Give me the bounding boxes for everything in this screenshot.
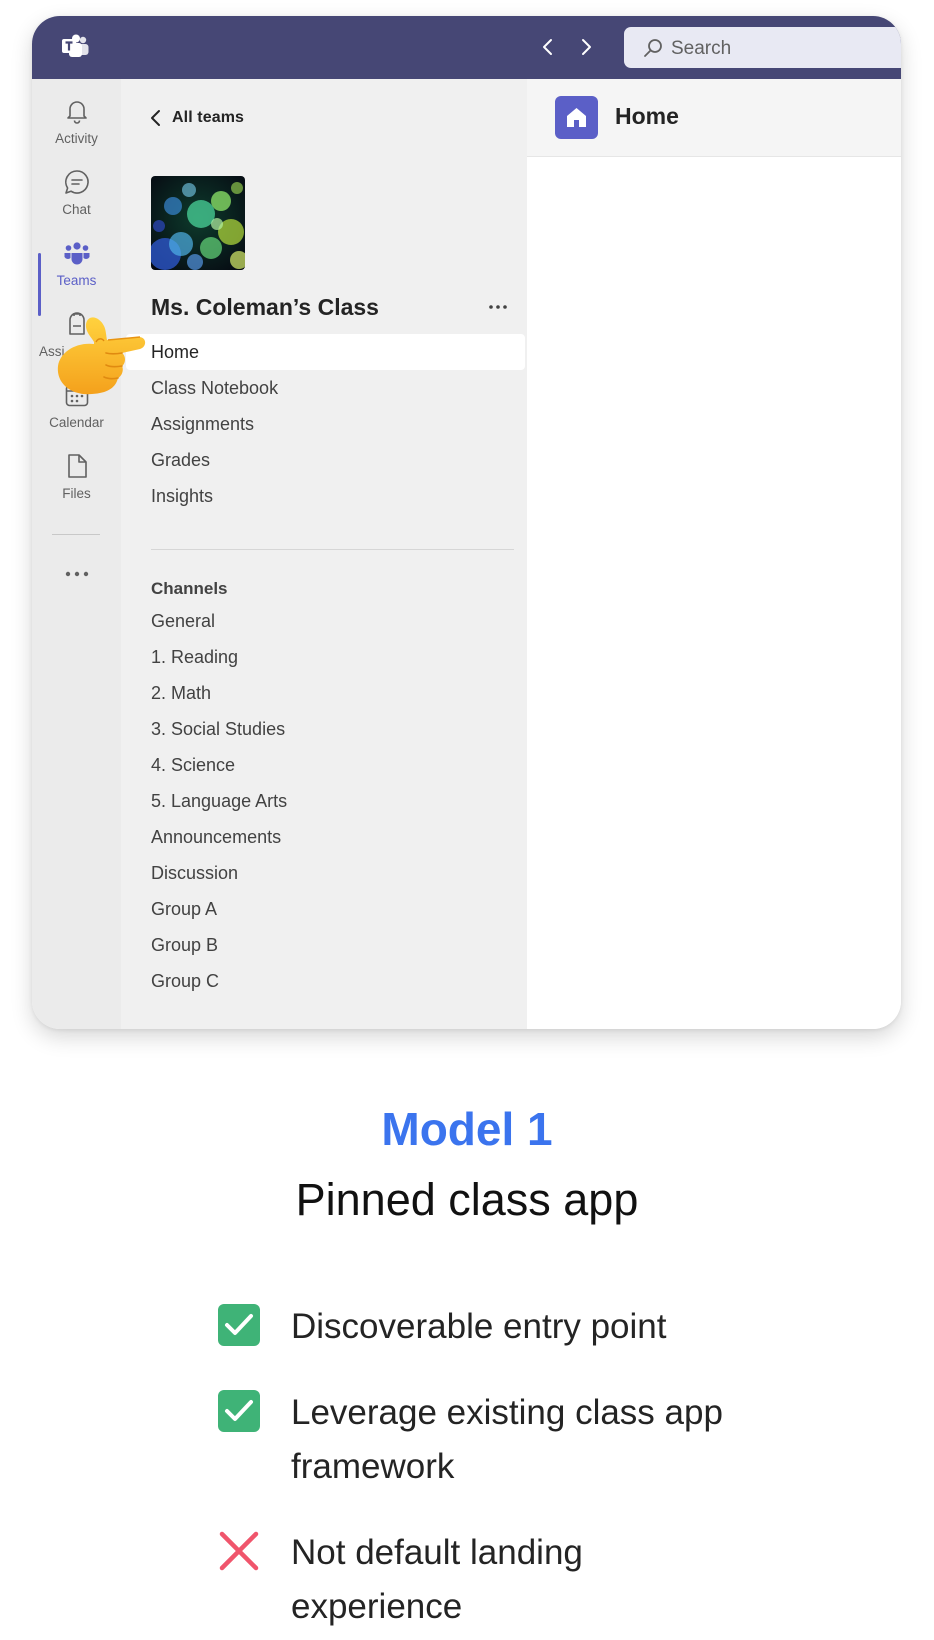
channel-label: Group B	[151, 935, 219, 955]
app-rail: Activity Chat Teams Assi Calendar Files	[32, 79, 121, 1029]
point-text: Discoverable entry point	[291, 1307, 667, 1346]
rail-item-teams[interactable]: Teams	[32, 239, 121, 303]
file-icon	[68, 454, 87, 478]
tab-label: Grades	[151, 450, 211, 470]
tab-home[interactable]: Home	[126, 334, 525, 370]
point-item: Leverage existing class app framework	[218, 1386, 738, 1496]
rail-divider	[52, 534, 100, 535]
check-mark-icon	[218, 1304, 260, 1346]
channel-label: Announcements	[151, 827, 282, 847]
cross-mark-icon	[219, 1531, 259, 1571]
channel-discussion[interactable]: Discussion	[126, 855, 536, 891]
channel-label: 4. Science	[151, 755, 236, 775]
section-divider	[151, 549, 514, 550]
channel-label: Discussion	[151, 863, 239, 883]
channel-math[interactable]: 2. Math	[126, 675, 536, 711]
forward-arrow-icon[interactable]	[575, 36, 597, 58]
channel-reading[interactable]: 1. Reading	[126, 639, 536, 675]
check-mark-icon	[218, 1390, 260, 1432]
channel-label: 3. Social Studies	[151, 719, 286, 739]
tab-label: Home	[151, 342, 200, 362]
teams-logo-icon	[62, 34, 89, 57]
tab-label: Assignments	[151, 414, 255, 434]
home-icon	[567, 108, 586, 127]
chat-icon	[65, 170, 89, 194]
back-arrow-icon[interactable]	[537, 36, 559, 58]
team-name: Ms. Coleman’s Class	[151, 294, 379, 320]
channel-science[interactable]: 4. Science	[126, 747, 536, 783]
channel-language-arts[interactable]: 5. Language Arts	[126, 783, 536, 819]
rail-item-files[interactable]: Files	[32, 452, 121, 516]
search-icon	[644, 39, 662, 57]
channel-label: General	[151, 611, 216, 631]
title-bar: Search	[32, 16, 901, 79]
rail-label: Teams	[56, 273, 97, 288]
teams-window: Search Activity Chat Teams Assi Calendar…	[32, 16, 901, 1029]
model-title: Model 1	[381, 1103, 553, 1155]
tab-label: Insights	[151, 486, 214, 506]
chevron-left-icon	[151, 110, 160, 126]
more-options-icon[interactable]	[486, 297, 510, 317]
channel-group-a[interactable]: Group A	[126, 891, 536, 927]
all-teams-label: All teams	[172, 109, 245, 126]
channel-social-studies[interactable]: 3. Social Studies	[126, 711, 536, 747]
point-item: Not default landing experience	[218, 1526, 738, 1636]
channel-group-b[interactable]: Group B	[126, 927, 536, 963]
team-avatar	[151, 176, 245, 270]
tab-class-notebook[interactable]: Class Notebook	[126, 370, 536, 406]
rail-label: Chat	[62, 202, 91, 217]
channel-label: 1. Reading	[151, 647, 239, 667]
teams-icon	[64, 242, 90, 265]
channel-group-c[interactable]: Group C	[126, 963, 536, 999]
bell-icon	[67, 101, 87, 124]
channel-label: 5. Language Arts	[151, 791, 288, 811]
channel-announcements[interactable]: Announcements	[126, 819, 536, 855]
tab-assignments[interactable]: Assignments	[126, 406, 536, 442]
search-input[interactable]: Search	[624, 27, 901, 68]
tab-grades[interactable]: Grades	[126, 442, 536, 478]
home-app-tile	[555, 96, 598, 139]
channel-label: Group A	[151, 899, 218, 919]
rail-label: Calendar	[49, 415, 104, 430]
channel-label: 2. Math	[151, 683, 212, 703]
pointing-hand-icon	[57, 317, 146, 395]
team-panel: All teams Ms. Coleman’s Class Home Class…	[121, 79, 527, 1029]
point-text: Not default landing experience	[291, 1533, 583, 1626]
tab-insights[interactable]: Insights	[126, 478, 536, 514]
content-pane: Home	[527, 79, 901, 1029]
point-item: Discoverable entry point	[218, 1300, 738, 1360]
rail-label: Activity	[55, 131, 98, 146]
channel-general[interactable]: General	[126, 603, 536, 639]
more-apps-icon[interactable]	[63, 564, 91, 584]
point-text: Leverage existing class app framework	[291, 1393, 723, 1486]
rail-label: Files	[62, 486, 91, 501]
channel-label: Group C	[151, 971, 220, 991]
content-header: Home	[527, 79, 901, 157]
content-title: Home	[615, 103, 679, 129]
rail-item-activity[interactable]: Activity	[32, 97, 121, 161]
rail-item-chat[interactable]: Chat	[32, 168, 121, 232]
model-subtitle: Pinned class app	[295, 1174, 639, 1225]
search-placeholder: Search	[671, 38, 732, 59]
tab-label: Class Notebook	[151, 378, 279, 398]
channels-header: Channels	[151, 579, 228, 598]
